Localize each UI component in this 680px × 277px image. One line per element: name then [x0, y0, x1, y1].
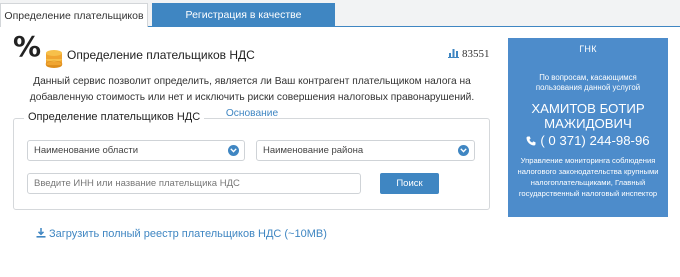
service-title: Определение плательщиков НДС [67, 48, 255, 62]
description-text: Данный сервис позволит определить, являе… [29, 76, 475, 103]
download-icon [36, 228, 46, 241]
contact-phone: ( 0 371) 244-98-96 [508, 133, 668, 148]
search-button[interactable]: Поиск [380, 173, 439, 194]
contact-department: Управление мониторинга соблюдения налого… [517, 156, 659, 198]
svg-text:%: % [13, 34, 41, 63]
form-legend: Определение плательщиков НДС [24, 111, 205, 123]
bar-chart-icon [448, 48, 459, 61]
percent-coins-icon: % [13, 30, 63, 70]
phone-icon [526, 136, 536, 146]
contact-card: ГНК По вопросам, касающимся пользования … [508, 38, 668, 217]
tab-vat-payer-lookup[interactable]: Определение плательщиков НДС [0, 3, 148, 46]
download-registry-label: Загрузить полный реестр плательщиков НДС… [49, 228, 327, 240]
download-registry-link[interactable]: Загрузить полный реестр плательщиков НДС… [36, 228, 327, 241]
contact-name: ХАМИТОВ БОТИР МАЖИДОВИЧ [531, 101, 645, 131]
chevron-down-icon [458, 145, 469, 156]
contact-heading: ГНК [579, 44, 597, 54]
chevron-down-icon [228, 145, 239, 156]
district-select-value: Наименование района [263, 145, 364, 156]
contact-phone-number: ( 0 371) 244-98-96 [540, 133, 650, 148]
tab-bar: Определение плательщиков НДС Регистрация… [0, 0, 680, 46]
lookup-form: Определение плательщиков НДС [13, 111, 490, 210]
district-select[interactable]: Наименование района [256, 140, 475, 161]
tab-vat-registration[interactable]: Регистрация в качестве плательщика НДС [152, 3, 335, 45]
region-select-value: Наименование области [34, 145, 139, 156]
search-input[interactable] [27, 173, 361, 194]
contact-note: По вопросам, касающимся пользования данн… [535, 73, 641, 92]
region-select[interactable]: Наименование области [27, 140, 245, 161]
view-counter: 83551 [448, 48, 490, 61]
view-count: 83551 [462, 48, 490, 60]
